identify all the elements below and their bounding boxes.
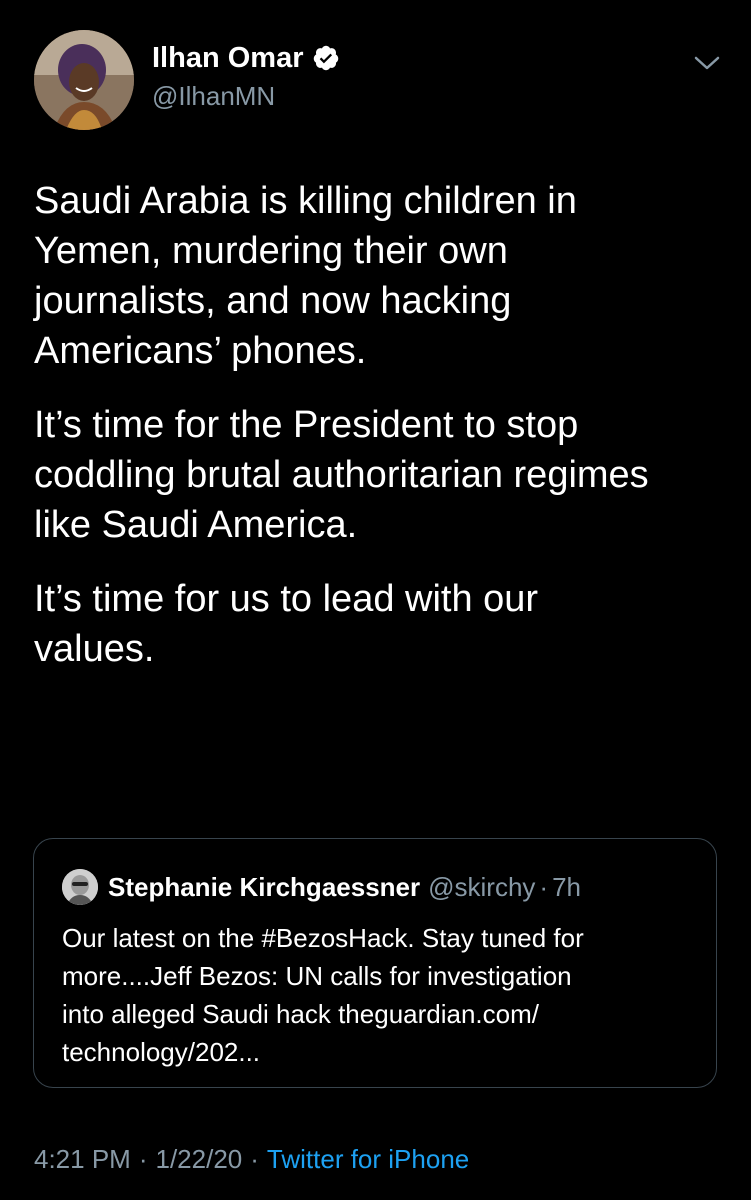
separator-dot: · <box>250 1144 259 1174</box>
quoted-tweet-time: 7h <box>552 871 582 902</box>
quoted-tweet-text: Our latest on the #BezosHack. Stay tuned… <box>62 923 584 1067</box>
tweet-paragraph: Saudi Arabia is killing children in Yeme… <box>34 180 577 372</box>
tweet-detail: Ilhan Omar @IlhanMN Saudi Arabia is kill… <box>0 0 751 1200</box>
quoted-author-handle: @skirchy <box>428 871 536 902</box>
tweet-paragraph: It’s time for the President to stop codd… <box>34 404 649 546</box>
avatar-image <box>62 869 98 905</box>
tweet-text: Saudi Arabia is killing children in Yeme… <box>34 176 724 698</box>
separator-dot: · <box>138 1144 148 1174</box>
tweet-date[interactable]: 1/22/20 <box>156 1144 243 1174</box>
tweet-time[interactable]: 4:21 PM <box>34 1144 131 1174</box>
tweet-paragraph: It’s time for us to lead with our values… <box>34 578 539 670</box>
avatar-image <box>34 30 134 130</box>
tweet-metadata: 4:21 PM · 1/22/20 · Twitter for iPhone <box>34 1141 469 1177</box>
chevron-down-icon[interactable] <box>690 50 724 76</box>
quoted-author-avatar <box>62 869 98 905</box>
author-avatar[interactable] <box>34 30 134 130</box>
quoted-author-name: Stephanie Kirchgaessner <box>108 871 421 902</box>
quoted-tweet-card[interactable]: Stephanie Kirchgaessner @skirchy · 7h Ou… <box>33 838 717 1088</box>
author-handle[interactable]: @IlhanMN <box>152 80 275 112</box>
tweet-source-link[interactable]: Twitter for iPhone <box>267 1144 469 1174</box>
author-display-name[interactable]: Ilhan Omar <box>152 40 304 76</box>
separator-dot: · <box>539 871 549 902</box>
quoted-tweet-header: Stephanie Kirchgaessner @skirchy · 7h <box>62 869 581 905</box>
author-name-row[interactable]: Ilhan Omar <box>152 40 340 76</box>
verified-badge-icon <box>312 44 340 72</box>
